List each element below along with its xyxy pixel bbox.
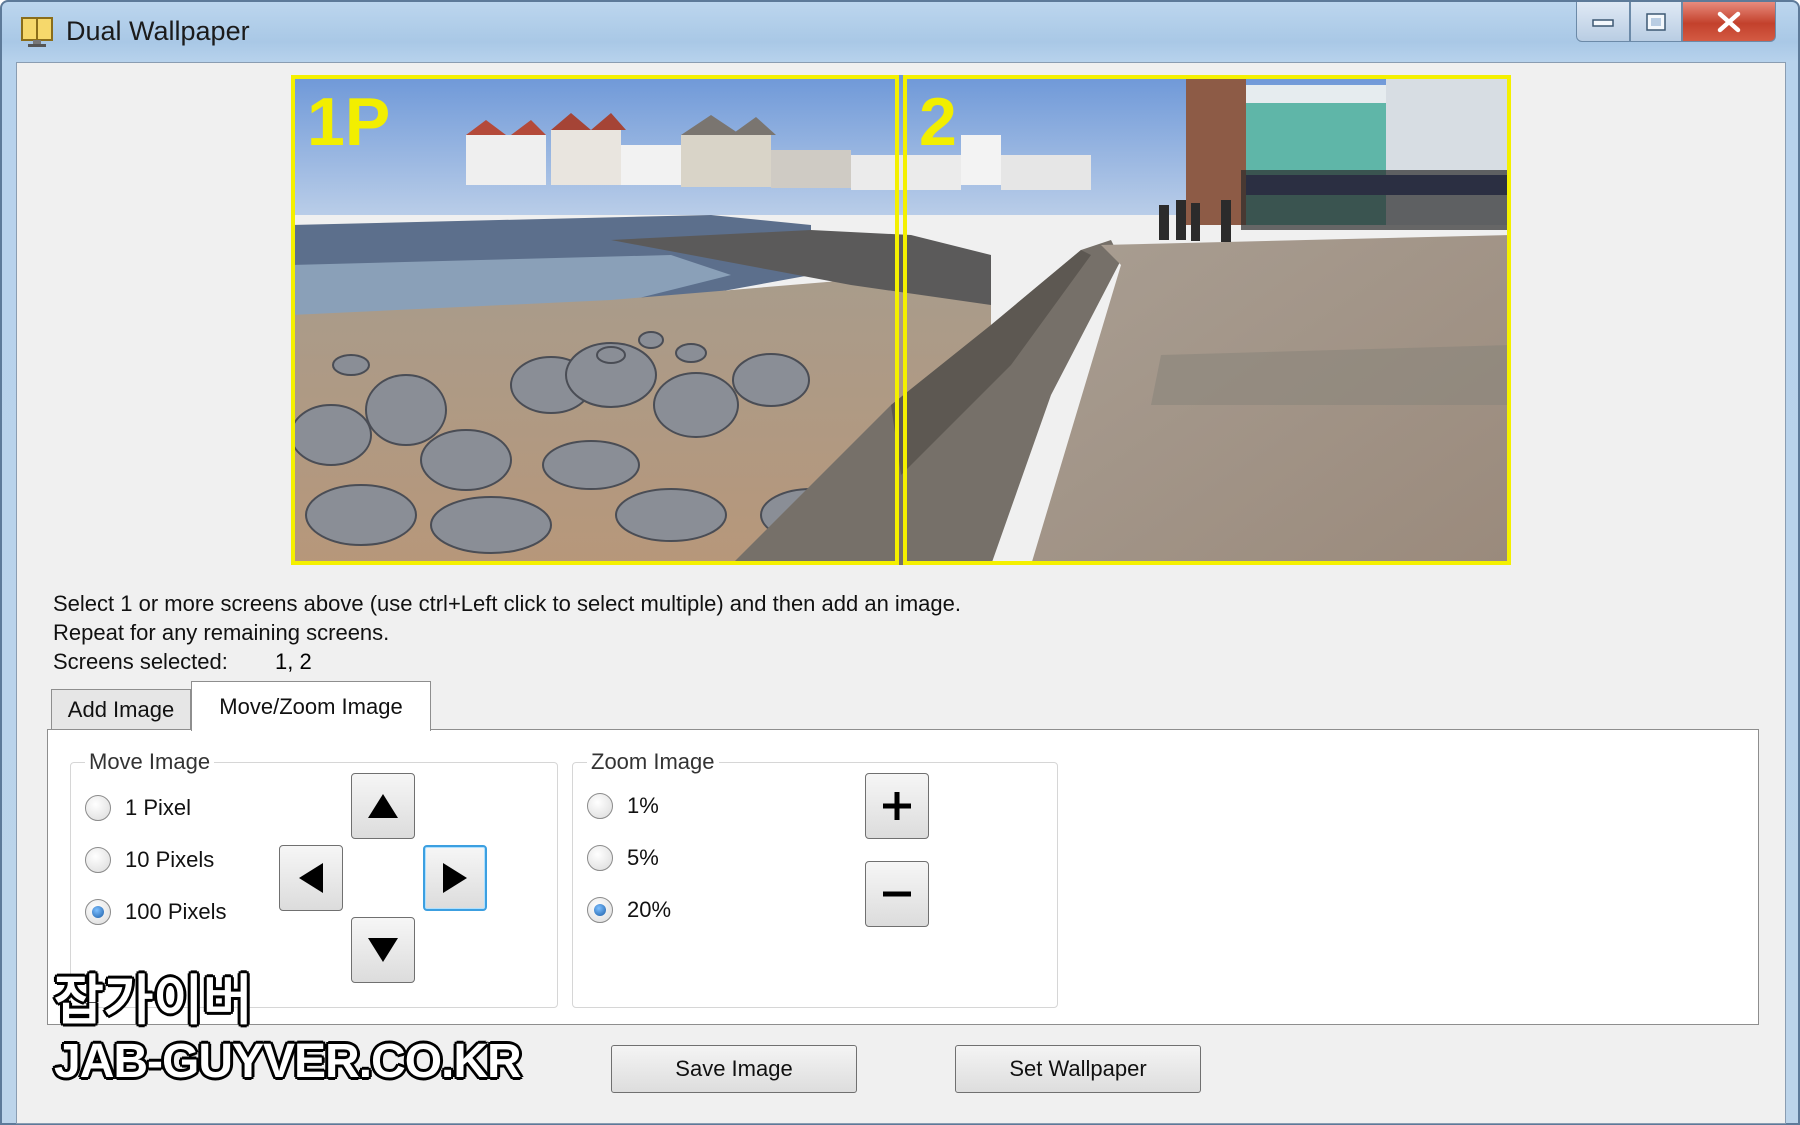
app-window: Dual Wallpaper 1P 2 Select 1 or more scr… xyxy=(0,0,1800,1125)
maximize-button[interactable] xyxy=(1630,2,1682,42)
window-title: Dual Wallpaper xyxy=(66,16,250,46)
screens-selected-label: Screens selected: xyxy=(53,649,228,674)
close-icon xyxy=(1717,11,1741,32)
screens-selected-value: 1, 2 xyxy=(275,649,312,674)
tab-move-zoom-image[interactable]: Move/Zoom Image xyxy=(191,681,431,731)
radio-label: 1% xyxy=(627,793,659,818)
zoom-5-percent-option[interactable]: 5% xyxy=(587,845,659,871)
radio-1-pixel[interactable] xyxy=(85,795,111,821)
minimize-button[interactable] xyxy=(1576,2,1630,42)
screen-1-label: 1P xyxy=(307,84,391,160)
radio-label: 10 Pixels xyxy=(125,847,215,872)
radio-label: 5% xyxy=(627,845,659,870)
zoom-1-percent-option[interactable]: 1% xyxy=(587,793,659,819)
zoom-20-percent-option[interactable]: 20% xyxy=(587,897,671,923)
save-image-button[interactable]: Save Image xyxy=(611,1045,857,1093)
client-area: 1P 2 Select 1 or more screens above (use… xyxy=(16,62,1786,1124)
move-100-pixels-option[interactable]: 100 Pixels xyxy=(85,899,227,925)
radio-5-percent[interactable] xyxy=(587,845,613,871)
radio-label: 20% xyxy=(627,897,672,922)
zoom-image-group: Zoom Image 1% 5% 20% xyxy=(572,749,1058,1008)
radio-10-pixels[interactable] xyxy=(85,847,111,873)
zoom-out-button[interactable] xyxy=(865,861,929,927)
move-10-pixels-option[interactable]: 10 Pixels xyxy=(85,847,214,873)
right-arrow-icon xyxy=(443,863,467,893)
move-left-button[interactable] xyxy=(279,845,343,911)
close-button[interactable] xyxy=(1682,2,1776,42)
maximize-icon xyxy=(1646,12,1666,31)
radio-1-percent[interactable] xyxy=(587,793,613,819)
minus-icon xyxy=(883,891,911,897)
watermark-url: JAB-GUYVER.CO.KR xyxy=(54,1035,522,1088)
screen-2-label: 2 xyxy=(919,84,957,160)
instruction-line-2: Repeat for any remaining screens. xyxy=(53,620,390,645)
move-zoom-panel: Move Image 1 Pixel 10 Pixels 100 Pixels xyxy=(47,729,1759,1025)
screen-2-region[interactable]: 2 xyxy=(903,75,1511,565)
move-right-button[interactable] xyxy=(423,845,487,911)
zoom-in-button[interactable] xyxy=(865,773,929,839)
left-arrow-icon xyxy=(299,863,323,893)
screen-1-region[interactable]: 1P xyxy=(291,75,899,565)
radio-label: 100 Pixels xyxy=(125,899,227,924)
radio-20-percent[interactable] xyxy=(587,897,613,923)
app-icon xyxy=(21,17,53,47)
down-arrow-icon xyxy=(368,938,398,962)
move-1-pixel-option[interactable]: 1 Pixel xyxy=(85,795,191,821)
title-bar[interactable]: Dual Wallpaper xyxy=(2,2,1798,60)
move-up-button[interactable] xyxy=(351,773,415,839)
up-arrow-icon xyxy=(368,794,398,818)
plus-icon xyxy=(883,792,911,820)
move-image-legend: Move Image xyxy=(85,749,215,775)
set-wallpaper-button[interactable]: Set Wallpaper xyxy=(955,1045,1201,1093)
move-down-button[interactable] xyxy=(351,917,415,983)
instruction-line-1: Select 1 or more screens above (use ctrl… xyxy=(53,591,961,616)
minimize-icon xyxy=(1592,18,1614,27)
zoom-image-legend: Zoom Image xyxy=(587,749,719,775)
radio-label: 1 Pixel xyxy=(125,795,192,820)
tab-add-image[interactable]: Add Image xyxy=(51,689,191,729)
radio-100-pixels[interactable] xyxy=(85,899,111,925)
watermark-korean: 잡가이버 xyxy=(54,969,253,1032)
wallpaper-preview: 1P 2 xyxy=(291,75,1511,565)
